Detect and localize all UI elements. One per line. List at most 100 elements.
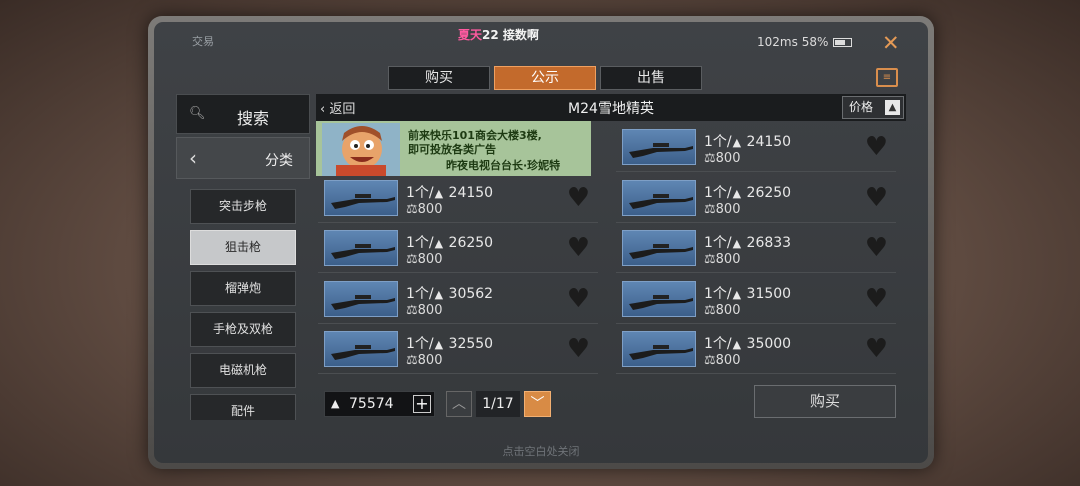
listing-item[interactable]: 1个/▲ 32550 ⚖800 ♥ <box>318 328 598 374</box>
listing-quantity-price: 1个/▲ 31500 <box>704 283 791 303</box>
category-label: 分类 <box>265 153 293 169</box>
category-rail-gun[interactable]: 电磁机枪 <box>190 353 296 388</box>
item-title: M24雪地精英 <box>568 101 654 117</box>
listing-price: 26250 <box>746 185 792 201</box>
favorite-heart-icon[interactable]: ♥ <box>567 185 590 211</box>
listing-item[interactable]: 1个/▲ 30562 ⚖800 ♥ <box>318 278 598 324</box>
sniper-rifle-thumbnail <box>324 230 398 266</box>
listing-price: 24150 <box>448 185 494 201</box>
fee-icon: ⚖ <box>704 353 716 368</box>
favorite-heart-icon[interactable]: ♥ <box>865 134 888 160</box>
page-next-button[interactable]: ﹀ <box>524 391 551 417</box>
listing-qty: 1个/ <box>406 235 434 251</box>
listing-quantity-price: 1个/▲ 24150 <box>406 182 493 202</box>
listing-quantity-price: 1个/▲ 26250 <box>704 182 791 202</box>
sniper-rifle-thumbnail <box>622 281 696 317</box>
listing-fee-value: 800 <box>715 151 741 166</box>
ad-banner[interactable]: 前来快乐101商会大楼3楼, 即可投放各类广告 昨夜电视台台长·珍妮特 <box>316 121 591 176</box>
listing-qty: 1个/ <box>406 185 434 201</box>
search-button[interactable]: 🔍︎ 搜索 <box>176 94 310 134</box>
coin-icon: ▲ <box>434 288 444 301</box>
listing-quantity-price: 1个/▲ 26250 <box>406 232 493 252</box>
balance-value: 75574 <box>349 396 394 412</box>
listing-item[interactable]: 1个/▲ 26833 ⚖800 ♥ <box>616 227 896 273</box>
buy-button[interactable]: 购买 <box>754 385 896 418</box>
ping-text: 102ms <box>757 35 798 49</box>
listing-item[interactable]: 1个/▲ 26250 ⚖800 ♥ <box>318 227 598 273</box>
favorite-heart-icon[interactable]: ♥ <box>567 336 590 362</box>
tab-buy[interactable]: 购买 <box>388 66 490 90</box>
favorite-heart-icon[interactable]: ♥ <box>865 185 888 211</box>
listing-qty: 1个/ <box>704 336 732 352</box>
add-funds-button[interactable]: + <box>413 395 431 413</box>
announcement-highlight: 夏天 <box>458 28 483 42</box>
favorite-heart-icon[interactable]: ♥ <box>865 286 888 312</box>
trade-window: 交易 夏天22 接数啊 102ms 58% ✕ 购买 公示 出售 ≡ 🔍︎ 搜索… <box>154 22 928 463</box>
listing-fee-value: 800 <box>417 252 443 267</box>
device-frame: 交易 夏天22 接数啊 102ms 58% ✕ 购买 公示 出售 ≡ 🔍︎ 搜索… <box>148 16 934 469</box>
coin-icon: ▲ <box>732 237 742 250</box>
close-icon[interactable]: ✕ <box>882 33 900 54</box>
tab-sell[interactable]: 出售 <box>600 66 702 90</box>
close-hint: 点击空白处关闭 <box>502 445 580 458</box>
favorite-heart-icon[interactable]: ♥ <box>865 336 888 362</box>
listing-item[interactable]: 1个/▲ 35000 ⚖800 ♥ <box>616 328 896 374</box>
sniper-rifle-thumbnail <box>324 331 398 367</box>
listing-quantity-price: 1个/▲ 26833 <box>704 232 791 252</box>
fee-icon: ⚖ <box>704 252 716 267</box>
listing-fee-value: 800 <box>417 202 443 217</box>
category-sniper-rifle[interactable]: 狙击枪 <box>190 230 296 265</box>
sniper-rifle-thumbnail <box>324 281 398 317</box>
listing-qty: 1个/ <box>704 185 732 201</box>
category-accessories[interactable]: 配件 <box>190 394 296 420</box>
search-label: 搜索 <box>237 109 270 128</box>
coin-icon: ▲ <box>331 397 340 410</box>
category-assault-rifle[interactable]: 突击步枪 <box>190 189 296 224</box>
fee-icon: ⚖ <box>406 353 418 368</box>
category-button[interactable]: ‹ 分类 <box>176 137 310 179</box>
listing-fee: ⚖800 <box>406 303 442 318</box>
listing-fee: ⚖800 <box>704 252 740 267</box>
listing-price: 26250 <box>448 235 494 251</box>
top-bar: 交易 夏天22 接数啊 102ms 58% ✕ <box>154 22 928 54</box>
listing-fee-value: 800 <box>715 252 741 267</box>
listing-qty: 1个/ <box>704 235 732 251</box>
favorite-heart-icon[interactable]: ♥ <box>865 235 888 261</box>
balance-box: ▲ 75574 + <box>324 391 435 417</box>
listing-quantity-price: 1个/▲ 32550 <box>406 333 493 353</box>
coin-icon: ▲ <box>732 288 742 301</box>
sort-arrow-up-icon: ▲ <box>885 100 900 115</box>
listing-price: 26833 <box>746 235 792 251</box>
page-prev-button[interactable]: ︿ <box>446 391 472 417</box>
sniper-rifle-thumbnail <box>622 129 696 165</box>
listing-fee: ⚖800 <box>406 252 442 267</box>
fee-icon: ⚖ <box>406 202 418 217</box>
favorite-heart-icon[interactable]: ♥ <box>567 286 590 312</box>
listing-qty: 1个/ <box>704 134 732 150</box>
tab-bar: 购买 公示 出售 <box>388 66 702 90</box>
listing-fee-value: 800 <box>715 202 741 217</box>
mascot-image <box>322 123 400 176</box>
fee-icon: ⚖ <box>704 151 716 166</box>
search-icon: 🔍︎ <box>189 106 206 121</box>
coin-icon: ▲ <box>434 187 444 200</box>
coin-icon: ▲ <box>732 187 742 200</box>
category-grenade-launcher[interactable]: 榴弹炮 <box>190 271 296 306</box>
listing-item[interactable]: 1个/▲ 26250 ⚖800 ♥ <box>616 177 896 223</box>
listing-fee: ⚖800 <box>704 202 740 217</box>
coin-icon: ▲ <box>732 136 742 149</box>
sort-label: 价格 <box>849 100 874 114</box>
announcement-text: 22 接数啊 <box>482 28 539 42</box>
category-pistols[interactable]: 手枪及双枪 <box>190 312 296 347</box>
clipboard-icon[interactable]: ≡ <box>876 68 898 87</box>
listing-header: ‹ 返回 M24雪地精英 价格 ▲ <box>316 94 906 121</box>
listing-item[interactable]: 1个/▲ 24150 ⚖800 ♥ <box>616 126 896 172</box>
favorite-heart-icon[interactable]: ♥ <box>567 235 590 261</box>
ad-line-3: 昨夜电视台台长·珍妮特 <box>446 159 561 172</box>
listing-item[interactable]: 1个/▲ 31500 ⚖800 ♥ <box>616 278 896 324</box>
tab-announce[interactable]: 公示 <box>494 66 596 90</box>
listing-quantity-price: 1个/▲ 35000 <box>704 333 791 353</box>
sort-price-button[interactable]: 价格 ▲ <box>842 96 904 119</box>
battery-icon <box>833 38 853 47</box>
listing-item[interactable]: 1个/▲ 24150 ⚖800 ♥ <box>318 177 598 223</box>
